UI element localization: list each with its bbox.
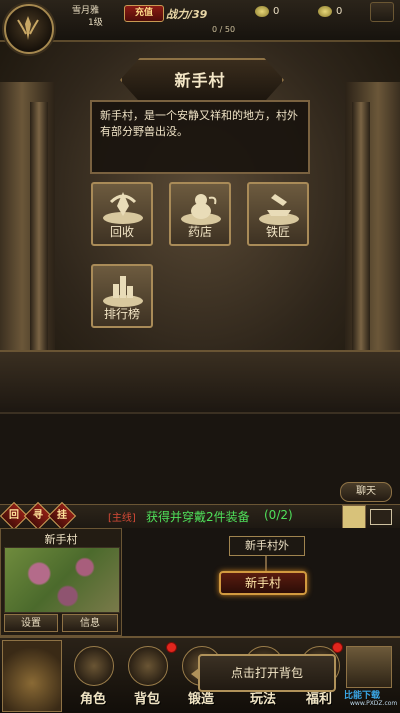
notebook-icon[interactable]: [342, 505, 366, 529]
quest-text[interactable]: 获得并穿戴2件装备: [146, 508, 250, 525]
nav-character[interactable]: 角色: [66, 644, 120, 708]
npc-ranking-button[interactable]: 排行榜: [91, 264, 153, 328]
nav-label: 背包: [133, 692, 160, 707]
npc-blacksmith-button[interactable]: 铁匠: [247, 182, 309, 246]
location-outer-village[interactable]: 新手村外: [229, 536, 305, 556]
npc-label: 药店: [187, 225, 212, 239]
nav-bag[interactable]: 背包: [120, 644, 174, 708]
menu-button[interactable]: [370, 2, 394, 22]
location-current[interactable]: 新手村: [219, 571, 307, 595]
npc-pharmacy-button[interactable]: 药店: [169, 182, 231, 246]
helmet-icon: [74, 646, 114, 686]
settings-button[interactable]: 设置: [4, 614, 58, 632]
return-label: 回: [9, 510, 19, 521]
exp-text: 0 / 50: [212, 25, 236, 34]
nav-label: 角色: [79, 692, 106, 707]
pathfind-label: 寻: [33, 510, 43, 521]
ranking-icon: [99, 270, 147, 308]
npc-label: 回收: [109, 225, 134, 239]
recycle-icon: [99, 188, 147, 226]
anvil-icon: [255, 188, 303, 226]
tower-icon[interactable]: [346, 646, 392, 688]
scene-floor: [0, 350, 400, 412]
quest-progress: (0/2): [264, 508, 293, 522]
npc-recycle-button[interactable]: 回收: [91, 182, 153, 246]
mail-icon[interactable]: [370, 509, 392, 525]
npc-label: 排行榜: [103, 307, 140, 321]
hero-portrait[interactable]: [2, 640, 62, 712]
auto-battle-label: 挂: [57, 510, 67, 521]
scene-description: 新手村，是一个安静又祥和的地方，村外有部分野兽出没。: [90, 100, 310, 174]
currency2-value: 0: [336, 6, 343, 17]
info-button[interactable]: 信息: [62, 614, 118, 632]
quest-tag: [主线]: [108, 513, 136, 524]
scene-background: 新手村 新手村，是一个安静又祥和的地方，村外有部分野兽出没。 回收 药店 铁匠 …: [0, 42, 400, 412]
currency1-value: 0: [273, 6, 280, 17]
watermark-url: www.PXDZ.com: [350, 700, 398, 707]
recharge-button[interactable]: 充值: [124, 5, 164, 22]
gold-icon: [255, 6, 269, 17]
gourd-icon: [177, 188, 225, 226]
bag-icon: [128, 646, 168, 686]
game-emblem[interactable]: [4, 4, 54, 54]
player-level: 1级: [88, 18, 103, 28]
npc-label: 铁匠: [265, 225, 290, 239]
scene-title: 新手村: [174, 71, 226, 90]
notification-dot: [166, 642, 177, 653]
emblem-icon: [17, 16, 39, 40]
notification-dot: [332, 642, 343, 653]
map-title: 新手村: [44, 533, 78, 546]
combat-power: 战力/39: [166, 8, 208, 21]
bag-tooltip[interactable]: 点击打开背包: [191, 654, 336, 692]
chat-button[interactable]: 聊天: [340, 482, 392, 502]
ingot-icon: [318, 6, 332, 17]
minimap[interactable]: [4, 547, 120, 613]
